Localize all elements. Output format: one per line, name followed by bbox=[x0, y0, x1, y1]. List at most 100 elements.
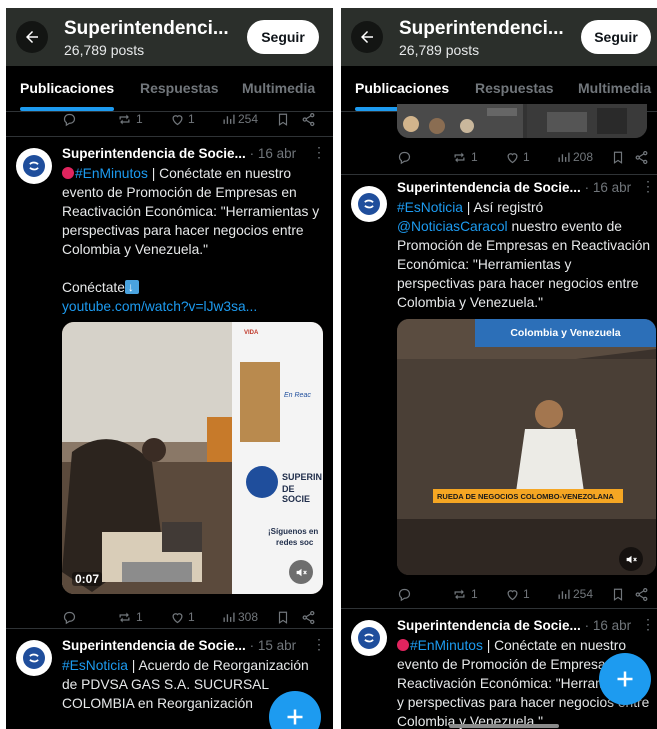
like-button[interactable]: 1 bbox=[505, 150, 530, 165]
tweet-text: #EnMinutos | Conéctate en nuestro evento… bbox=[62, 164, 324, 316]
mute-icon bbox=[626, 555, 637, 563]
share-button[interactable] bbox=[301, 112, 316, 127]
like-button[interactable]: 1 bbox=[170, 112, 195, 127]
tweet[interactable]: Superintendencia de Socie... · 16 abr ⋮ … bbox=[341, 174, 657, 608]
repost-count: 1 bbox=[136, 610, 143, 624]
share-icon bbox=[302, 610, 315, 624]
views-button[interactable]: 254 bbox=[557, 587, 593, 601]
youtube-link[interactable]: youtube.com/watch?v=lJw3sa... bbox=[62, 297, 324, 316]
post-count: 26,789 posts bbox=[64, 42, 145, 58]
reply-button[interactable] bbox=[397, 150, 412, 165]
back-arrow-icon bbox=[361, 31, 373, 43]
more-icon[interactable]: ⋮ bbox=[641, 178, 655, 195]
post-count: 26,789 posts bbox=[399, 42, 480, 58]
repost-button[interactable]: 1 bbox=[451, 587, 478, 602]
repost-count: 1 bbox=[471, 587, 478, 601]
hashtag-link[interactable]: #EsNoticia bbox=[397, 200, 463, 215]
profile-title: Superintendenci... bbox=[399, 18, 564, 39]
like-icon bbox=[172, 114, 183, 125]
profile-title: Superintendenci... bbox=[64, 18, 229, 39]
tweet-body-text: | Así registró bbox=[462, 200, 544, 215]
tab-publicaciones[interactable]: Publicaciones bbox=[355, 80, 449, 96]
video-caption: RUEDA DE NEGOCIOS COLOMBO-VENEZOLANA bbox=[433, 489, 623, 503]
views-icon bbox=[223, 612, 235, 622]
logo-icon bbox=[358, 627, 380, 649]
hashtag-link[interactable]: #EnMinutos bbox=[75, 166, 148, 181]
author-name[interactable]: Superintendencia de Socie... bbox=[62, 638, 246, 653]
like-count: 1 bbox=[188, 610, 195, 624]
left-screen: Superintendenci... 26,789 posts Seguir P… bbox=[6, 8, 333, 729]
video-frame bbox=[397, 319, 656, 575]
tweet-date: · 15 abr bbox=[249, 638, 297, 653]
plus-icon bbox=[617, 671, 633, 687]
views-button[interactable]: 308 bbox=[222, 610, 258, 624]
more-icon[interactable]: ⋮ bbox=[312, 144, 326, 161]
repost-button[interactable]: 1 bbox=[116, 610, 143, 625]
avatar[interactable] bbox=[351, 620, 387, 656]
back-button[interactable] bbox=[351, 21, 383, 53]
more-icon[interactable]: ⋮ bbox=[641, 616, 655, 633]
tab-respuestas[interactable]: Respuestas bbox=[475, 80, 554, 96]
share-button[interactable] bbox=[301, 610, 316, 625]
views-button[interactable]: 254 bbox=[222, 112, 258, 126]
tab-publicaciones[interactable]: Publicaciones bbox=[20, 80, 114, 96]
tweet-text: #EsNoticia | Así registró @NoticiasCarac… bbox=[397, 198, 651, 312]
profile-title-block: Superintendenci... 26,789 posts bbox=[64, 18, 229, 58]
tab-multimedia[interactable]: Multimedia bbox=[578, 80, 651, 96]
hashtag-link[interactable]: #EnMinutos bbox=[410, 638, 483, 653]
avatar[interactable] bbox=[351, 186, 387, 222]
reply-button[interactable] bbox=[62, 112, 77, 127]
mute-button[interactable] bbox=[289, 560, 313, 584]
repost-button[interactable]: 1 bbox=[116, 112, 143, 127]
compose-button[interactable] bbox=[599, 653, 651, 705]
views-button[interactable]: 208 bbox=[557, 150, 593, 164]
action-bar: 1 1 208 bbox=[341, 146, 657, 168]
repost-count: 1 bbox=[136, 112, 143, 126]
reply-button[interactable] bbox=[62, 610, 77, 625]
bookmark-button[interactable] bbox=[276, 112, 290, 127]
bookmark-icon bbox=[613, 588, 623, 601]
bookmark-button[interactable] bbox=[611, 150, 625, 165]
repost-icon bbox=[119, 612, 130, 622]
tweet[interactable]: Superintendencia de Socie... · 16 abr ⋮ … bbox=[6, 136, 333, 626]
tab-multimedia[interactable]: Multimedia bbox=[242, 80, 315, 96]
tweet-video[interactable]: Colombia y Venezuela RUEDA DE NEGOCIOS C… bbox=[397, 319, 656, 575]
reply-button[interactable] bbox=[397, 587, 412, 602]
share-icon bbox=[635, 587, 648, 601]
repost-button[interactable]: 1 bbox=[451, 150, 478, 165]
more-icon[interactable]: ⋮ bbox=[312, 636, 326, 653]
avatar[interactable] bbox=[16, 148, 52, 184]
red-circle-icon bbox=[397, 639, 409, 651]
tweet-image[interactable] bbox=[397, 104, 647, 138]
action-bar: 1 1 254 bbox=[341, 583, 657, 605]
views-count: 254 bbox=[573, 587, 594, 601]
tweet-video[interactable]: VIDA En Reac SUPERIN DE SOCIE ¡Síguenos … bbox=[62, 322, 323, 594]
bookmark-button[interactable] bbox=[276, 610, 290, 625]
follow-button[interactable]: Seguir bbox=[247, 20, 319, 54]
share-button[interactable] bbox=[634, 587, 649, 602]
author-name[interactable]: Superintendencia de Socie... bbox=[62, 146, 246, 161]
tweet-header: Superintendencia de Socie... · 16 abr bbox=[62, 146, 296, 161]
avatar[interactable] bbox=[16, 640, 52, 676]
follow-button[interactable]: Seguir bbox=[581, 20, 651, 54]
bookmark-button[interactable] bbox=[611, 587, 625, 602]
share-button[interactable] bbox=[634, 150, 649, 165]
like-icon bbox=[172, 612, 183, 623]
home-indicator[interactable] bbox=[449, 724, 559, 728]
reply-icon bbox=[63, 611, 76, 624]
back-button[interactable] bbox=[16, 21, 48, 53]
author-name[interactable]: Superintendencia de Socie... bbox=[397, 618, 581, 633]
logo-icon bbox=[358, 193, 380, 215]
mute-button[interactable] bbox=[619, 547, 643, 571]
like-button[interactable]: 1 bbox=[170, 610, 195, 625]
repost-icon bbox=[454, 589, 465, 599]
like-button[interactable]: 1 bbox=[505, 587, 530, 602]
tweet-header: Superintendencia de Socie... · 16 abr bbox=[397, 180, 631, 195]
hashtag-link[interactable]: #EsNoticia bbox=[62, 658, 128, 673]
mention-link[interactable]: @NoticiasCaracol bbox=[397, 219, 508, 234]
tab-respuestas[interactable]: Respuestas bbox=[140, 80, 219, 96]
bookmark-icon bbox=[613, 151, 623, 164]
banner-text: ¡Síguenos en bbox=[268, 527, 319, 536]
author-name[interactable]: Superintendencia de Socie... bbox=[397, 180, 581, 195]
like-count: 1 bbox=[523, 150, 530, 164]
